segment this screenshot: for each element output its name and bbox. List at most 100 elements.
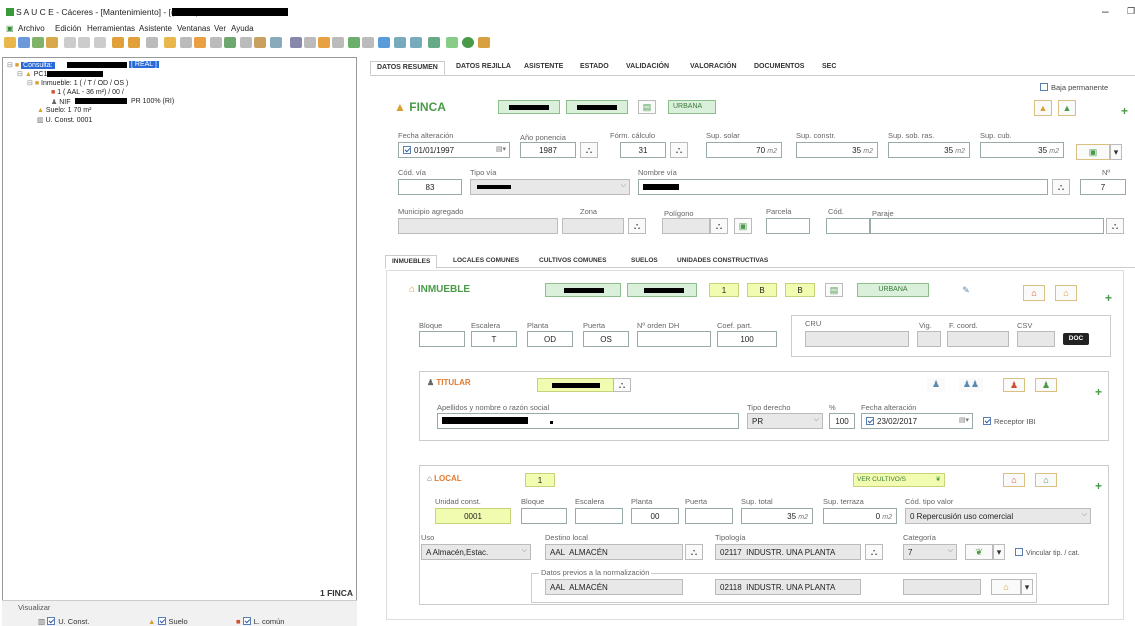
menu-asistente[interactable]: Asistente (139, 24, 172, 33)
tab-estado[interactable]: ESTADO (574, 61, 615, 75)
doc-button[interactable]: DOC (1063, 333, 1089, 345)
subtab-suelos[interactable]: SUELOS (625, 255, 664, 269)
tipo-via-select[interactable]: ⌵ (470, 179, 630, 195)
fcoord-field[interactable] (947, 331, 1009, 347)
sup-total-field[interactable]: 35 m2 (741, 508, 813, 524)
form-calculo-field[interactable]: 31 (620, 142, 666, 158)
subtab-locales-comunes[interactable]: LOCALES COMUNES (447, 255, 525, 269)
toolbar-dropdown3-icon[interactable] (210, 37, 222, 48)
local-bloque-field[interactable] (521, 508, 567, 524)
previo-action-dropdown[interactable]: ▾ (1021, 579, 1033, 595)
inmueble-expand-icon[interactable]: + (1105, 291, 1112, 305)
finca-delete-icon[interactable]: ▲ (1034, 100, 1052, 116)
receptor-ibi[interactable]: Receptor IBI (983, 417, 1036, 426)
local-planta-field[interactable]: 00 (631, 508, 679, 524)
parcela-field[interactable] (766, 218, 810, 234)
finca-add-icon[interactable]: ▲ (1058, 100, 1076, 116)
cod-field[interactable] (826, 218, 870, 234)
vig-field[interactable] (917, 331, 941, 347)
redo-icon[interactable] (78, 37, 90, 48)
undo-icon[interactable] (64, 37, 76, 48)
toolbar-dropdown2-icon[interactable] (180, 37, 192, 48)
toolbar-doc-icon[interactable] (290, 37, 302, 48)
toolbar-globe-icon[interactable] (462, 37, 474, 48)
tree-suelo[interactable]: ▲ Suelo: 1 70 m² (37, 107, 91, 114)
puerta-field[interactable]: OS (583, 331, 629, 347)
previo-categoria-field[interactable] (903, 579, 981, 595)
previo-tipologia-field[interactable]: 02118 INDUSTR. UNA PLANTA (715, 579, 861, 595)
tree-inmueble[interactable]: ⊟ ■ Inmueble: 1 ( / T / OD / OS ) (27, 79, 128, 87)
menu-ventanas[interactable]: Ventanas (177, 24, 210, 33)
menu-ver[interactable]: Ver (214, 24, 226, 33)
finca-expand-icon[interactable]: + (1121, 104, 1128, 118)
toolbar-building-icon[interactable] (254, 37, 266, 48)
toolbar-search2-icon[interactable] (128, 37, 140, 48)
copy-icon[interactable]: ▤ (825, 283, 843, 297)
viz-suelo-checkbox[interactable] (157, 617, 166, 625)
sup-sobras-field[interactable]: 35 m2 (888, 142, 970, 158)
sup-terraza-field[interactable]: 0 m2 (823, 508, 897, 524)
tab-sec[interactable]: SEC (816, 61, 842, 75)
binoculars-icon[interactable]: ⛬ (685, 544, 703, 560)
poligono-field[interactable] (662, 218, 710, 234)
ano-ponencia-field[interactable]: 1987 (520, 142, 576, 158)
menu-archivo[interactable]: Archivo (18, 24, 45, 33)
paraje-field[interactable] (870, 218, 1104, 234)
uso-select[interactable]: A Almacén,Estac. ⌵ (421, 544, 531, 560)
local-delete-icon[interactable]: ⌂ (1003, 473, 1025, 487)
redo-more-icon[interactable] (94, 37, 106, 48)
viz-suelo[interactable]: ▲ Suelo (148, 617, 188, 626)
toolbar-compare-icon[interactable] (46, 37, 58, 48)
tab-datos-rejilla[interactable]: DATOS REJILLA (450, 61, 517, 75)
local-add-icon[interactable]: ⌂ (1035, 473, 1057, 487)
finca-action-icon[interactable]: ▣ (1076, 144, 1110, 160)
local-expand-icon[interactable]: + (1095, 479, 1102, 493)
copy-icon[interactable]: ▤ (638, 100, 656, 114)
toolbar-check-icon[interactable] (428, 37, 440, 48)
restore-button[interactable]: ❐ (1127, 6, 1135, 17)
cru-field[interactable] (805, 331, 909, 347)
app-menu-icon[interactable]: ▣ (6, 24, 14, 33)
toolbar-dropdown-icon[interactable] (146, 37, 158, 48)
fecha-alteracion-field[interactable]: 01/01/1997 ▤▾ (398, 142, 510, 158)
zona-field[interactable] (562, 218, 624, 234)
viz-uconst-checkbox[interactable] (47, 617, 56, 625)
toolbar-dropdown4-icon[interactable] (240, 37, 252, 48)
titular-group-icon[interactable]: ♟♟ (959, 378, 983, 392)
toolbar-grid-icon[interactable] (32, 37, 44, 48)
menu-edicion[interactable]: Edición (55, 24, 81, 33)
titular-person-icon[interactable]: ♟ (927, 378, 945, 392)
binoculars-icon[interactable]: ⛬ (1052, 179, 1070, 195)
toolbar-map-icon[interactable] (348, 37, 360, 48)
csv-field[interactable] (1017, 331, 1055, 347)
toolbar-person-icon[interactable] (318, 37, 330, 48)
pct-field[interactable]: 100 (829, 413, 855, 429)
toolbar-help-icon[interactable] (270, 37, 282, 48)
binoculars-icon[interactable]: ⛬ (628, 218, 646, 234)
map-icon[interactable]: ▣ (734, 218, 752, 234)
baja-permanente[interactable]: Baja permanente (1040, 83, 1108, 92)
previo-destino-field[interactable]: AAL ALMACÉN (545, 579, 683, 595)
toolbar-edit-icon[interactable] (164, 37, 176, 48)
subtab-inmuebles[interactable]: INMUEBLES (385, 255, 438, 269)
viz-lcomun[interactable]: ■ L. común (236, 617, 284, 626)
toolbar-cart-icon[interactable] (446, 37, 458, 48)
orden-dh-field[interactable] (637, 331, 711, 347)
toolbar-dropdown7-icon[interactable] (362, 37, 374, 48)
tipo-derecho-select[interactable]: PR ⌵ (747, 413, 823, 429)
titular-expand-icon[interactable]: + (1095, 385, 1102, 399)
local-puerta-field[interactable] (685, 508, 733, 524)
planta-field[interactable]: OD (527, 331, 573, 347)
receptor-checkbox[interactable] (983, 417, 991, 425)
numero-field[interactable]: 7 (1080, 179, 1126, 195)
tree-titular[interactable]: ♟ NIF (51, 98, 71, 106)
tree-uconst[interactable]: ▥ U. Const. 0001 (37, 116, 92, 124)
fecha-titular-field[interactable]: 23/02/2017 ▤▾ (861, 413, 973, 429)
previo-action-icon[interactable]: ⌂ (991, 579, 1021, 595)
toolbar-open-icon[interactable] (4, 37, 16, 48)
binoculars-icon[interactable]: ⛬ (613, 378, 631, 392)
cod-via-field[interactable]: 83 (398, 179, 462, 195)
toolbar-user-icon[interactable] (478, 37, 490, 48)
tree-real-label[interactable]: [ REAL ] (129, 61, 159, 68)
minimize-button[interactable]: – (1102, 4, 1109, 18)
